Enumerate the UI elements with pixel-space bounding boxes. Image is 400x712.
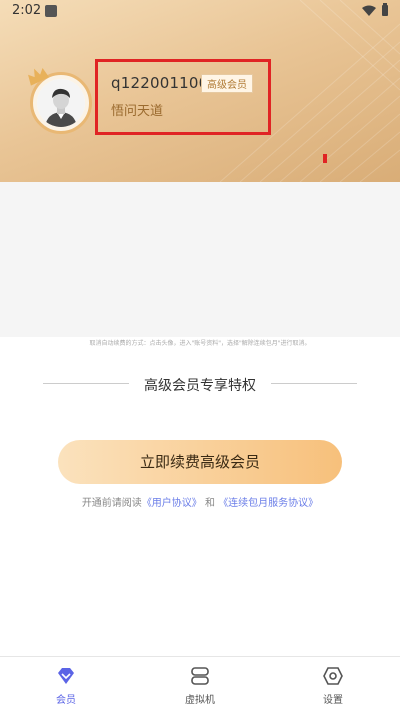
username: q122001100 — [111, 74, 209, 92]
red-marker — [323, 154, 327, 163]
status-bar: 2:02 — [0, 0, 400, 24]
privilege-content-area — [0, 182, 400, 337]
section-title-text: 高级会员专享特权 — [144, 378, 256, 394]
bottom-tab-bar: 会员 虚拟机 设置 — [0, 656, 400, 712]
vip-badge: 高级会员 — [201, 74, 253, 93]
diamond-icon — [58, 668, 74, 684]
avatar-image — [37, 79, 85, 127]
agreement-text: 开通前请阅读《用户协议》 和 《连续包月服务协议》 — [0, 494, 400, 509]
tab-settings-label: 设置 — [323, 695, 343, 706]
auto-renew-notice: 取消自动续费的方式：点击头像，进入"账号资料"，选择"解除连续包月"进行取消。 — [89, 340, 311, 347]
hexagon-settings-icon — [323, 667, 343, 685]
user-agreement-link[interactable]: 《用户协议》 — [142, 498, 202, 509]
agreement-conjunction: 和 — [205, 498, 215, 509]
battery-icon — [382, 3, 388, 16]
agreement-prefix: 开通前请阅读 — [81, 498, 142, 509]
privileges-section-title: 高级会员专享特权 — [43, 374, 357, 394]
nickname: 悟问天道 — [111, 104, 164, 119]
renew-vip-button[interactable]: 立即续费高级会员 — [58, 440, 342, 484]
renewal-agreement-link[interactable]: 《连续包月服务协议》 — [218, 498, 318, 509]
profile-info-box[interactable]: q122001100 高级会员 悟问天道 — [95, 59, 271, 135]
tab-member-label: 会员 — [56, 695, 76, 706]
wifi-icon — [362, 5, 376, 16]
notification-app-icon — [45, 5, 57, 17]
server-icon — [191, 667, 209, 685]
tab-settings[interactable]: 设置 — [293, 667, 373, 706]
tab-virtual-machine-label: 虚拟机 — [185, 695, 215, 706]
user-portrait-icon — [37, 79, 85, 127]
divider-right — [271, 383, 357, 384]
tab-virtual-machine[interactable]: 虚拟机 — [160, 667, 240, 706]
status-time: 2:02 — [12, 3, 42, 18]
tab-member[interactable]: 会员 — [26, 667, 106, 706]
